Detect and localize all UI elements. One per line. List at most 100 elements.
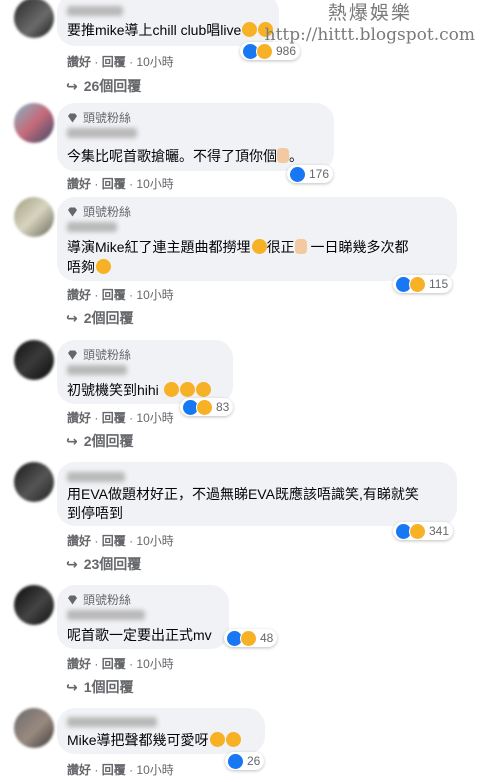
reaction-summary[interactable]: 115	[393, 275, 453, 293]
haha-reaction-icon	[409, 275, 426, 293]
author-name[interactable]	[67, 717, 157, 727]
comment-text: 用EVA做題材好正，不過無睇EVA既應該唔識笑,有睇就笑	[67, 486, 419, 502]
flushed-emoji-icon	[209, 732, 225, 747]
like-reaction-icon	[289, 165, 306, 183]
like-action[interactable]: 讚好	[67, 763, 91, 777]
haha-reaction-icon	[196, 398, 213, 416]
comment-actions: 讚好 · 回覆 · 10小時	[67, 411, 174, 425]
author-name[interactable]	[67, 610, 145, 620]
like-action[interactable]: 讚好	[67, 177, 91, 191]
comment-bubble: 要推mike導上chill club唱live	[57, 0, 279, 46]
author-name[interactable]	[67, 6, 123, 16]
reply-action[interactable]: 回覆	[102, 763, 126, 777]
author-name[interactable]	[67, 222, 117, 232]
top-fan-badge: 頭號粉絲	[67, 591, 131, 608]
comment: 頭號粉絲 導演Mike紅了連主題曲都撈埋 很正 一日睇幾多次都 唔夠 115 讚好…	[0, 197, 489, 332]
comment-text: 導演Mike紅了連主題曲都撈埋 很正 一日睇幾多次都	[67, 239, 409, 255]
like-action[interactable]: 讚好	[67, 288, 91, 302]
comment-text: Mike導把聲都幾可愛呀	[67, 730, 241, 750]
view-replies[interactable]: ↪ 26個回覆	[66, 76, 141, 96]
avatar[interactable]	[14, 197, 54, 237]
comment-bubble: 頭號粉絲 今集比呢首歌搶曬。不得了頂你個。	[57, 103, 334, 171]
reaction-summary[interactable]: 48	[224, 629, 278, 647]
view-replies[interactable]: ↪ 1個回覆	[66, 677, 134, 697]
timestamp[interactable]: 10小時	[136, 288, 173, 302]
top-fan-badge: 頭號粉絲	[67, 203, 131, 220]
author-name[interactable]	[67, 128, 137, 138]
comment: 頭號粉絲 呢首歌一定要出正式mv 48 讚好 · 回覆 · 10小時 ↪ 1個回覆	[0, 585, 489, 700]
comment-text: 到停唔到	[67, 505, 123, 521]
reaction-count: 986	[276, 44, 297, 58]
like-action[interactable]: 讚好	[67, 534, 91, 548]
reaction-summary[interactable]: 341	[393, 522, 454, 540]
reply-arrow-icon: ↪	[66, 77, 78, 94]
avatar[interactable]	[14, 462, 54, 502]
haha-reaction-icon	[409, 522, 426, 540]
comment-actions: 讚好 · 回覆 · 10小時	[67, 657, 174, 671]
comment: Mike導把聲都幾可愛呀 26 讚好 · 回覆 · 10小時	[0, 708, 489, 782]
author-name[interactable]	[67, 365, 127, 375]
diamond-icon	[68, 350, 77, 359]
pray-emoji-icon	[277, 148, 289, 163]
avatar[interactable]	[14, 340, 54, 380]
haha-reaction-icon	[240, 629, 257, 647]
reaction-summary[interactable]: 83	[180, 398, 234, 416]
reaction-count: 26	[247, 754, 261, 768]
comment-text: 呢首歌一定要出正式mv	[67, 627, 212, 643]
author-name[interactable]	[67, 472, 125, 482]
comment-actions: 讚好 · 回覆 · 10小時	[67, 763, 174, 777]
comment-bubble: Mike導把聲都幾可愛呀	[57, 708, 265, 754]
reaction-count: 48	[260, 631, 274, 645]
like-action[interactable]: 讚好	[67, 55, 91, 69]
avatar[interactable]	[14, 103, 54, 143]
top-fan-badge: 頭號粉絲	[67, 346, 131, 363]
reply-action[interactable]: 回覆	[102, 657, 126, 671]
reply-arrow-icon: ↪	[66, 678, 78, 695]
view-replies[interactable]: ↪ 2個回覆	[66, 431, 134, 451]
comment-text: 初號機笑到hihi	[67, 380, 211, 400]
comment-bubble: 頭號粉絲 初號機笑到hihi	[57, 340, 233, 404]
reply-action[interactable]: 回覆	[102, 534, 126, 548]
reply-arrow-icon: ↪	[66, 555, 78, 572]
comment-bubble: 頭號粉絲 導演Mike紅了連主題曲都撈埋 很正 一日睇幾多次都 唔夠	[57, 197, 457, 281]
watermark-title: 熱爆娛樂	[327, 2, 412, 24]
diamond-icon	[68, 207, 77, 216]
diamond-icon	[68, 113, 77, 122]
avatar[interactable]	[14, 708, 54, 748]
grinning-emoji-icon	[225, 732, 241, 747]
comment-actions: 讚好 · 回覆 · 10小時	[67, 534, 174, 548]
laughing-emoji-icon	[179, 382, 195, 397]
comment-text: 今集比呢首歌搶曬。不得了頂你個。	[67, 148, 303, 164]
reply-action[interactable]: 回覆	[102, 288, 126, 302]
comment-bubble: 頭號粉絲 呢首歌一定要出正式mv	[57, 585, 229, 649]
reaction-count: 176	[309, 167, 330, 181]
reaction-count: 341	[429, 524, 450, 538]
laughing-emoji-icon	[242, 22, 258, 37]
reply-action[interactable]: 回覆	[102, 55, 126, 69]
comment-text: 要推mike導上chill club唱live	[67, 20, 274, 40]
comment-actions: 讚好 · 回覆 · 10小時	[67, 177, 174, 191]
view-replies[interactable]: ↪ 2個回覆	[66, 308, 134, 328]
view-replies[interactable]: ↪ 23個回覆	[66, 554, 141, 574]
like-action[interactable]: 讚好	[67, 411, 91, 425]
top-fan-badge: 頭號粉絲	[67, 109, 131, 126]
reply-action[interactable]: 回覆	[102, 411, 126, 425]
timestamp[interactable]: 10小時	[136, 657, 173, 671]
reaction-summary[interactable]: 176	[287, 165, 334, 183]
like-action[interactable]: 讚好	[67, 657, 91, 671]
timestamp[interactable]: 10小時	[136, 177, 173, 191]
laughing-emoji-icon	[251, 239, 267, 254]
watermark: 熱爆娛樂 http://hittt.blogspot.com	[265, 0, 475, 44]
timestamp[interactable]: 10小時	[136, 55, 173, 69]
timestamp[interactable]: 10小時	[136, 763, 173, 777]
timestamp[interactable]: 10小時	[136, 534, 173, 548]
timestamp[interactable]: 10小時	[136, 411, 173, 425]
comment: 用EVA做題材好正，不過無睇EVA既應該唔識笑,有睇就笑 到停唔到 341 讚好…	[0, 462, 489, 577]
reply-action[interactable]: 回覆	[102, 177, 126, 191]
comment-actions: 讚好 · 回覆 · 10小時	[67, 55, 174, 69]
avatar[interactable]	[14, 585, 54, 625]
avatar[interactable]	[14, 0, 54, 38]
grinning-emoji-icon	[96, 259, 111, 274]
reaction-summary[interactable]: 26	[225, 752, 265, 770]
watermark-url: http://hittt.blogspot.com	[264, 25, 475, 45]
